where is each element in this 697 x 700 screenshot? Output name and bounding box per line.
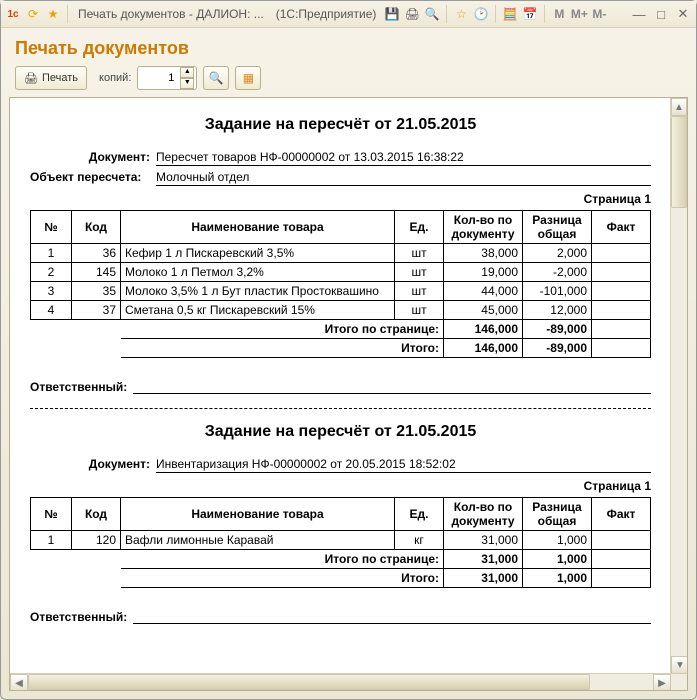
total-row: Итого: 146,000 -89,000 <box>31 339 651 358</box>
table-row: 1 120 Вафли лимонные Каравай кг 31,000 1… <box>31 531 651 550</box>
table-header-row: № Код Наименование товара Ед. Кол-во по … <box>31 498 651 531</box>
copies-stepper[interactable]: ▲ ▼ <box>137 66 197 90</box>
page-total-row: Итого по странице: 146,000 -89,000 <box>31 320 651 339</box>
app-logo-icon: 1c <box>5 6 21 22</box>
table-row: 4 37 Сметана 0,5 кг Пискаревский 15% шт … <box>31 301 651 320</box>
data-table: № Код Наименование товара Ед. Кол-во по … <box>30 210 651 358</box>
responsible-row: Ответственный: <box>30 380 651 394</box>
window-title: Печать документов - ДАЛИОН: ... <box>78 7 264 21</box>
refresh-icon[interactable]: ⟳ <box>25 6 41 22</box>
vertical-scroll-thumb[interactable] <box>671 116 687 208</box>
report-section: Задание на пересчёт от 21.05.2015 Докуме… <box>30 423 651 624</box>
scroll-down-button[interactable]: ▼ <box>671 656 688 674</box>
copies-label: копий: <box>99 72 131 84</box>
copies-up-button[interactable]: ▲ <box>180 67 194 78</box>
object-label: Объект пересчета: <box>30 170 156 186</box>
zoom-button[interactable]: 🔍 <box>203 66 229 90</box>
history-icon[interactable]: 🕑 <box>473 6 489 22</box>
object-value: Молочный отдел <box>156 170 651 186</box>
document-scroll[interactable]: Задание на пересчёт от 21.05.2015 Докуме… <box>10 98 671 674</box>
report-title: Задание на пересчёт от 21.05.2015 <box>30 116 651 134</box>
page-number: Страница 1 <box>30 192 651 206</box>
content-header: Печать документов <box>1 28 696 63</box>
table-row: 3 35 Молоко 3,5% 1 л Бут пластик Просток… <box>31 282 651 301</box>
scroll-up-button[interactable]: ▲ <box>671 98 687 116</box>
table-row: 1 36 Кефир 1 л Пискаревский 3,5% шт 38,0… <box>31 244 651 263</box>
document-label: Документ: <box>30 457 156 473</box>
horizontal-scroll-thumb[interactable] <box>28 674 590 690</box>
save-icon[interactable]: 💾 <box>384 6 400 22</box>
calculator-icon[interactable]: 🧮 <box>502 6 518 22</box>
responsible-row: Ответственный: <box>30 610 651 624</box>
document-value: Пересчет товаров НФ-00000002 от 13.03.20… <box>156 150 651 166</box>
memory-m-icon[interactable]: M <box>551 6 567 22</box>
maximize-button[interactable]: □ <box>652 6 670 22</box>
magnifier-icon: 🔍 <box>209 71 224 85</box>
vertical-scrollbar[interactable]: ▲ ▼ <box>670 98 687 674</box>
print-icon[interactable]: 🖨 <box>404 6 420 22</box>
calendar-icon[interactable]: 📅 <box>522 6 538 22</box>
scroll-corner <box>671 674 687 690</box>
total-row: Итого: 31,000 1,000 <box>31 569 651 588</box>
titlebar: 1c ⟳ ★ Печать документов - ДАЛИОН: ... (… <box>1 1 696 28</box>
report-title: Задание на пересчёт от 21.05.2015 <box>30 423 651 441</box>
data-table: № Код Наименование товара Ед. Кол-во по … <box>30 497 651 588</box>
document-label: Документ: <box>30 150 156 166</box>
table-header-row: № Код Наименование товара Ед. Кол-во по … <box>31 211 651 244</box>
printer-icon: 🖨 <box>24 72 38 85</box>
memory-plus-icon[interactable]: M+ <box>571 6 587 22</box>
favorite-icon[interactable]: ☆ <box>453 6 469 22</box>
page-total-row: Итого по странице: 31,000 1,000 <box>31 550 651 569</box>
star-icon[interactable]: ★ <box>45 6 61 22</box>
preview-icon[interactable]: 🔍 <box>424 6 440 22</box>
responsible-label: Ответственный: <box>30 610 133 624</box>
horizontal-scrollbar[interactable]: ◀ ▶ <box>10 673 671 690</box>
report-section: Задание на пересчёт от 21.05.2015 Докуме… <box>30 116 651 394</box>
page-title: Печать документов <box>15 38 682 59</box>
responsible-line <box>133 380 651 394</box>
responsible-label: Ответственный: <box>30 380 133 394</box>
page-number: Страница 1 <box>30 479 651 493</box>
app-window: 1c ⟳ ★ Печать документов - ДАЛИОН: ... (… <box>0 0 697 700</box>
scroll-left-button[interactable]: ◀ <box>10 674 28 691</box>
grid-icon: ▦ <box>243 71 254 85</box>
section-separator <box>30 408 651 409</box>
toolbar: 🖨 Печать копий: ▲ ▼ 🔍 ▦ <box>1 63 696 93</box>
responsible-line <box>133 610 651 624</box>
window-context: (1С:Предприятие) <box>276 7 377 21</box>
memory-minus-icon[interactable]: M- <box>591 6 607 22</box>
settings-button[interactable]: ▦ <box>235 66 261 90</box>
document-value: Инвентаризация НФ-00000002 от 20.05.2015… <box>156 457 651 473</box>
minimize-button[interactable]: — <box>630 6 648 22</box>
print-button[interactable]: 🖨 Печать <box>15 66 87 90</box>
table-row: 2 145 Молоко 1 л Петмол 3,2% шт 19,000 -… <box>31 263 651 282</box>
copies-input[interactable] <box>144 71 176 85</box>
print-button-label: Печать <box>42 72 78 84</box>
close-button[interactable]: ✕ <box>674 6 692 22</box>
document-area: Задание на пересчёт от 21.05.2015 Докуме… <box>9 97 688 691</box>
copies-down-button[interactable]: ▼ <box>180 78 194 89</box>
scroll-right-button[interactable]: ▶ <box>653 674 671 691</box>
